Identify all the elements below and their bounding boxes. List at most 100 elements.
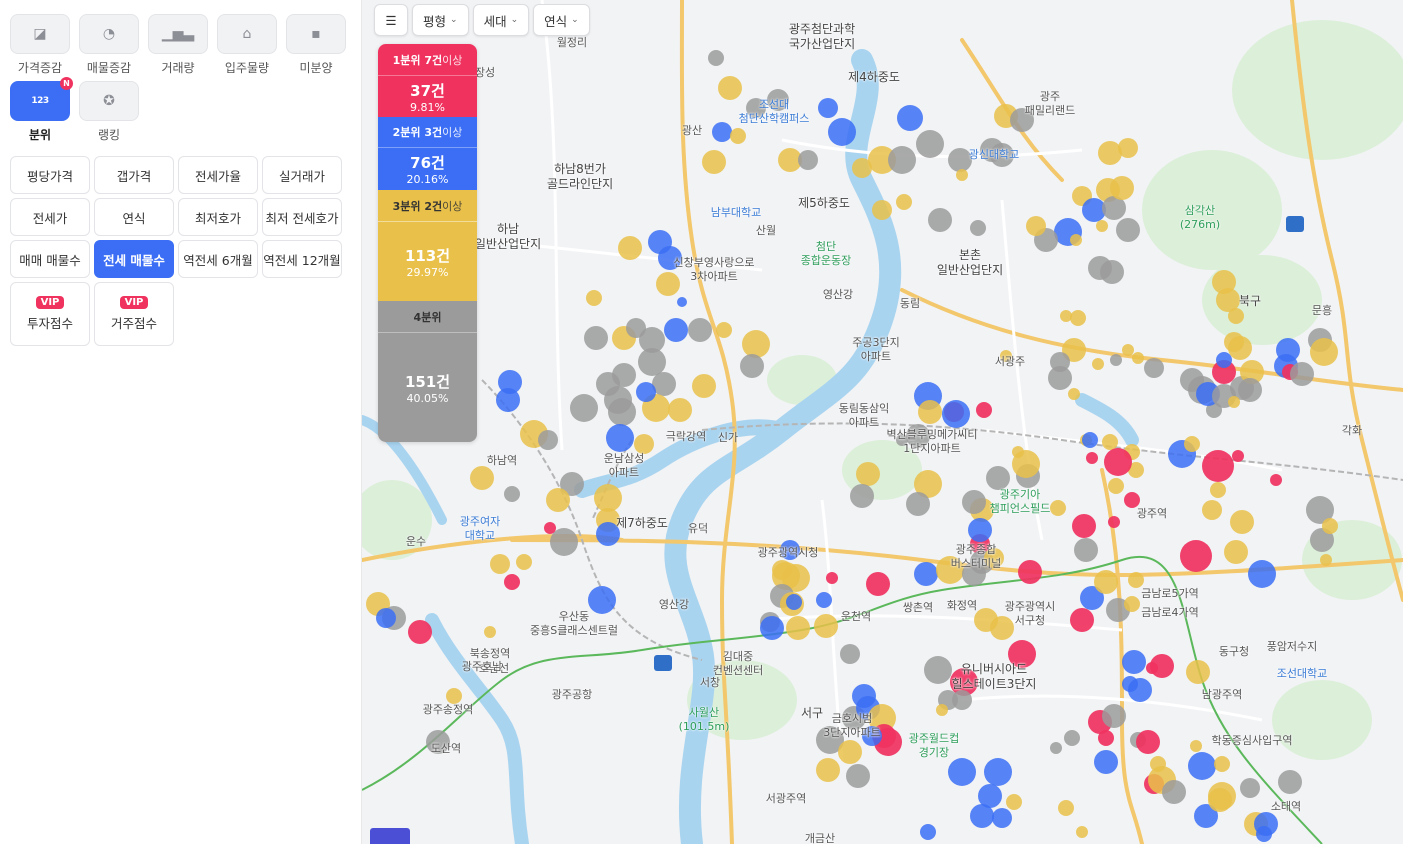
category-unsold[interactable]: ▪ 미분양 (286, 14, 346, 76)
marker-q2[interactable] (1094, 750, 1118, 774)
marker-q3[interactable] (668, 398, 692, 422)
marker-q4[interactable] (584, 326, 608, 350)
marker-q3[interactable] (1092, 358, 1104, 370)
marker-q3[interactable] (1184, 436, 1200, 452)
marker-q2[interactable] (1276, 338, 1300, 362)
marker-q3[interactable] (1202, 500, 1222, 520)
marker-q3[interactable] (1216, 288, 1240, 312)
marker-q3[interactable] (1058, 800, 1074, 816)
marker-q4[interactable] (1278, 770, 1302, 794)
marker-q3[interactable] (1122, 344, 1134, 356)
option-sale-listings[interactable]: 매매 매물수 (10, 240, 90, 278)
marker-q4[interactable] (1162, 780, 1186, 804)
marker-q4[interactable] (708, 50, 724, 66)
marker-q3[interactable] (1070, 234, 1082, 246)
marker-q4[interactable] (570, 394, 598, 422)
marker-q4[interactable] (1110, 354, 1122, 366)
marker-q3[interactable] (702, 150, 726, 174)
marker-q3[interactable] (872, 200, 892, 220)
marker-q2[interactable] (942, 400, 970, 428)
marker-q3[interactable] (1094, 570, 1118, 594)
marker-q3[interactable] (1320, 554, 1332, 566)
marker-q3[interactable] (1322, 518, 1338, 534)
marker-q3[interactable] (1060, 310, 1072, 322)
marker-q2[interactable] (786, 594, 802, 610)
marker-q1[interactable] (1136, 730, 1160, 754)
marker-q3[interactable] (1110, 176, 1134, 200)
marker-q3[interactable] (1096, 220, 1108, 232)
marker-q2[interactable] (1248, 560, 1276, 588)
marker-q4[interactable] (970, 220, 986, 236)
marker-q4[interactable] (1144, 358, 1164, 378)
marker-q3[interactable] (1124, 596, 1140, 612)
marker-q3[interactable] (1210, 482, 1226, 498)
marker-q3[interactable] (546, 488, 570, 512)
option-reverse-jeonse-12m[interactable]: 역전세 12개월 (262, 240, 342, 278)
marker-q4[interactable] (840, 644, 860, 664)
marker-q2[interactable] (828, 118, 856, 146)
marker-q3[interactable] (1230, 510, 1254, 534)
marker-q2[interactable] (948, 758, 976, 786)
marker-q3[interactable] (1006, 794, 1022, 810)
marker-q4[interactable] (798, 150, 818, 170)
marker-q4[interactable] (1238, 378, 1262, 402)
marker-q4[interactable] (740, 354, 764, 378)
marker-q1[interactable] (1072, 514, 1096, 538)
marker-q3[interactable] (1310, 338, 1338, 366)
marker-q2[interactable] (606, 424, 634, 452)
marker-q3[interactable] (730, 128, 746, 144)
marker-q3[interactable] (1098, 141, 1122, 165)
marker-q2[interactable] (677, 297, 687, 307)
option-jeonse-price[interactable]: 전세가 (10, 198, 90, 236)
marker-q1[interactable] (504, 574, 520, 590)
marker-q3[interactable] (718, 76, 742, 100)
marker-q2[interactable] (816, 592, 832, 608)
marker-q3[interactable] (1012, 446, 1024, 458)
marker-q4[interactable] (538, 430, 558, 450)
marker-q3[interactable] (594, 484, 622, 512)
marker-q3[interactable] (1228, 396, 1240, 408)
marker-q3[interactable] (634, 434, 654, 454)
marker-q3[interactable] (772, 560, 792, 580)
marker-q4[interactable] (608, 398, 636, 426)
marker-q4[interactable] (888, 146, 916, 174)
marker-q3[interactable] (936, 704, 948, 716)
marker-q3[interactable] (1190, 740, 1202, 752)
marker-q3[interactable] (1224, 540, 1248, 564)
marker-q3[interactable] (484, 626, 496, 638)
filter-year-dropdown[interactable]: 연식 ⌄ (533, 4, 590, 36)
marker-q3[interactable] (470, 466, 494, 490)
marker-q3[interactable] (918, 400, 942, 424)
marker-q4[interactable] (1048, 366, 1072, 390)
marker-q4[interactable] (916, 130, 944, 158)
marker-q3[interactable] (1070, 310, 1086, 326)
marker-q1[interactable] (826, 572, 838, 584)
category-quantile[interactable]: 123 N 분위 (10, 77, 73, 143)
marker-q3[interactable] (1102, 434, 1118, 450)
marker-q4[interactable] (906, 492, 930, 516)
option-jeonse-listings[interactable]: 전세 매물수 (94, 240, 174, 278)
marker-q3[interactable] (742, 330, 770, 358)
marker-q4[interactable] (850, 484, 874, 508)
marker-q2[interactable] (636, 382, 656, 402)
marker-q3[interactable] (1118, 138, 1138, 158)
marker-q3[interactable] (856, 462, 880, 486)
marker-q1[interactable] (866, 572, 890, 596)
marker-q2[interactable] (664, 318, 688, 342)
marker-q2[interactable] (1082, 432, 1098, 448)
marker-q2[interactable] (1122, 676, 1138, 692)
marker-q4[interactable] (962, 490, 986, 514)
marker-q1[interactable] (1202, 450, 1234, 482)
marker-q3[interactable] (1108, 478, 1124, 494)
option-build-year[interactable]: 연식 (94, 198, 174, 236)
marker-q3[interactable] (586, 290, 602, 306)
filter-households-dropdown[interactable]: 세대 ⌄ (472, 4, 530, 36)
marker-q4[interactable] (504, 486, 520, 502)
marker-q1[interactable] (1270, 474, 1282, 486)
marker-q2[interactable] (1256, 826, 1272, 842)
marker-q2[interactable] (1216, 352, 1232, 368)
marker-q2[interactable] (897, 105, 923, 131)
marker-q3[interactable] (838, 740, 862, 764)
filter-size-dropdown[interactable]: 평형 ⌄ (412, 4, 469, 36)
marker-q2[interactable] (1122, 650, 1146, 674)
